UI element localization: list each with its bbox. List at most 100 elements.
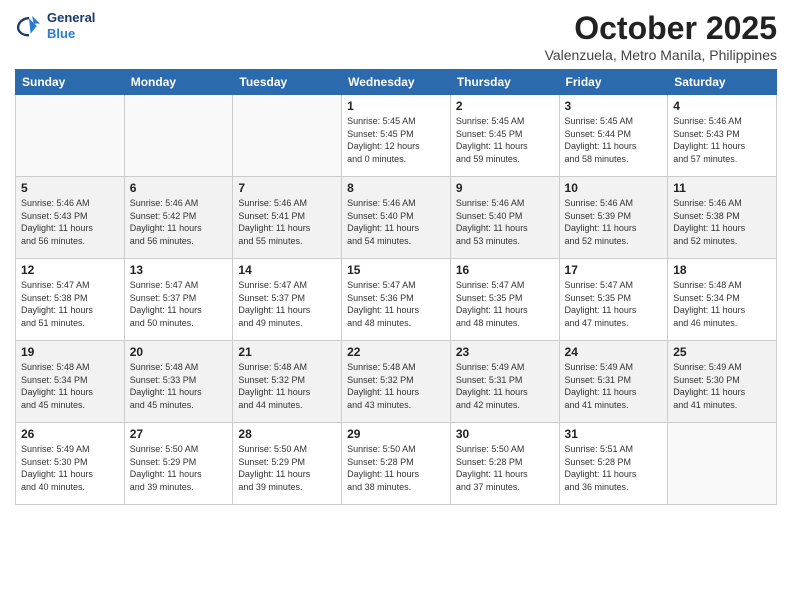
calendar-cell: 29Sunrise: 5:50 AM Sunset: 5:28 PM Dayli… — [342, 423, 451, 505]
calendar-cell: 4 Sunrise: 5:46 AM Sunset: 5:43 PM Daylig… — [668, 95, 777, 177]
day-number: 16 — [456, 263, 554, 277]
day-info: Sunrise: 5:47 AM Sunset: 5:37 PM Dayligh… — [130, 279, 228, 329]
day-number: 18 — [673, 263, 771, 277]
calendar-cell — [233, 95, 342, 177]
day-number: 19 — [21, 345, 119, 359]
calendar-cell: 15 Sunrise: 5:47 AM Sunset: 5:36 PM Dayli… — [342, 259, 451, 341]
day-number: 6 — [130, 181, 228, 195]
day-number: 15 — [347, 263, 445, 277]
day-number: 12 — [21, 263, 119, 277]
day-number: 23 — [456, 345, 554, 359]
day-info: Sunrise: 5:49 AM Sunset: 5:31 PM Dayligh… — [456, 361, 554, 411]
day-number: 14 — [238, 263, 336, 277]
calendar-cell: 30 Sunrise: 5:50 AM Sunset: 5:28 PM Dayli… — [450, 423, 559, 505]
day-number: 8 — [347, 181, 445, 195]
week-row-1: 1 Sunrise: 5:45 AM Sunset: 5:45 PM Daylig… — [16, 95, 777, 177]
day-info: Sunrise: 5:47 AM Sunset: 5:36 PM Dayligh… — [347, 279, 445, 329]
day-info: Sunrise: 5:50 AM Sunset: 5:28 PM Dayligh… — [456, 443, 554, 493]
day-info: Sunrise: 5:48 AM Sunset: 5:33 PM Dayligh… — [130, 361, 228, 411]
day-info: Sunrise: 5:47 AM Sunset: 5:38 PM Dayligh… — [21, 279, 119, 329]
week-row-3: 12 Sunrise: 5:47 AM Sunset: 5:38 PM Dayli… — [16, 259, 777, 341]
day-number: 13 — [130, 263, 228, 277]
week-row-5: 26Sunrise: 5:49 AM Sunset: 5:30 PM Dayli… — [16, 423, 777, 505]
day-number: 4 — [673, 99, 771, 113]
header-day-thursday: Thursday — [450, 70, 559, 95]
calendar-cell: 23 Sunrise: 5:49 AM Sunset: 5:31 PM Dayli… — [450, 341, 559, 423]
calendar-cell: 5 Sunrise: 5:46 AM Sunset: 5:43 PM Daylig… — [16, 177, 125, 259]
calendar-cell: 20Sunrise: 5:48 AM Sunset: 5:33 PM Dayli… — [124, 341, 233, 423]
day-number: 2 — [456, 99, 554, 113]
day-info: Sunrise: 5:48 AM Sunset: 5:32 PM Dayligh… — [238, 361, 336, 411]
calendar-cell — [668, 423, 777, 505]
day-number: 29 — [347, 427, 445, 441]
calendar-cell — [124, 95, 233, 177]
day-number: 26 — [21, 427, 119, 441]
day-number: 10 — [565, 181, 663, 195]
header-day-tuesday: Tuesday — [233, 70, 342, 95]
logo: General Blue — [15, 10, 95, 41]
calendar-cell: 22 Sunrise: 5:48 AM Sunset: 5:32 PM Dayli… — [342, 341, 451, 423]
day-info: Sunrise: 5:47 AM Sunset: 5:35 PM Dayligh… — [456, 279, 554, 329]
calendar-cell: 24Sunrise: 5:49 AM Sunset: 5:31 PM Dayli… — [559, 341, 668, 423]
day-number: 22 — [347, 345, 445, 359]
calendar-cell: 18 Sunrise: 5:48 AM Sunset: 5:34 PM Dayli… — [668, 259, 777, 341]
day-info: Sunrise: 5:46 AM Sunset: 5:43 PM Dayligh… — [21, 197, 119, 247]
day-info: Sunrise: 5:46 AM Sunset: 5:40 PM Dayligh… — [456, 197, 554, 247]
header-day-friday: Friday — [559, 70, 668, 95]
day-info: Sunrise: 5:46 AM Sunset: 5:42 PM Dayligh… — [130, 197, 228, 247]
calendar-cell: 2 Sunrise: 5:45 AM Sunset: 5:45 PM Daylig… — [450, 95, 559, 177]
calendar-cell: 21 Sunrise: 5:48 AM Sunset: 5:32 PM Dayli… — [233, 341, 342, 423]
day-number: 24 — [565, 345, 663, 359]
logo-line1: General — [47, 10, 95, 26]
day-number: 5 — [21, 181, 119, 195]
week-row-4: 19Sunrise: 5:48 AM Sunset: 5:34 PM Dayli… — [16, 341, 777, 423]
logo-icon — [15, 12, 43, 40]
calendar-cell: 13 Sunrise: 5:47 AM Sunset: 5:37 PM Dayli… — [124, 259, 233, 341]
calendar-cell: 1Sunrise: 5:45 AM Sunset: 5:45 PM Daylig… — [342, 95, 451, 177]
week-row-2: 5 Sunrise: 5:46 AM Sunset: 5:43 PM Daylig… — [16, 177, 777, 259]
day-info: Sunrise: 5:48 AM Sunset: 5:32 PM Dayligh… — [347, 361, 445, 411]
day-info: Sunrise: 5:50 AM Sunset: 5:29 PM Dayligh… — [238, 443, 336, 493]
header-day-saturday: Saturday — [668, 70, 777, 95]
header-day-monday: Monday — [124, 70, 233, 95]
logo-text: General Blue — [47, 10, 95, 41]
day-info: Sunrise: 5:46 AM Sunset: 5:38 PM Dayligh… — [673, 197, 771, 247]
calendar-cell: 3Sunrise: 5:45 AM Sunset: 5:44 PM Daylig… — [559, 95, 668, 177]
day-number: 25 — [673, 345, 771, 359]
calendar-cell: 9Sunrise: 5:46 AM Sunset: 5:40 PM Daylig… — [450, 177, 559, 259]
day-info: Sunrise: 5:49 AM Sunset: 5:30 PM Dayligh… — [673, 361, 771, 411]
day-number: 30 — [456, 427, 554, 441]
day-number: 28 — [238, 427, 336, 441]
calendar-cell: 25 Sunrise: 5:49 AM Sunset: 5:30 PM Dayli… — [668, 341, 777, 423]
day-number: 27 — [130, 427, 228, 441]
calendar-cell: 8 Sunrise: 5:46 AM Sunset: 5:40 PM Daylig… — [342, 177, 451, 259]
calendar-cell: 10Sunrise: 5:46 AM Sunset: 5:39 PM Dayli… — [559, 177, 668, 259]
calendar-cell: 16 Sunrise: 5:47 AM Sunset: 5:35 PM Dayli… — [450, 259, 559, 341]
day-info: Sunrise: 5:45 AM Sunset: 5:45 PM Dayligh… — [456, 115, 554, 165]
calendar-cell: 26Sunrise: 5:49 AM Sunset: 5:30 PM Dayli… — [16, 423, 125, 505]
calendar-table: SundayMondayTuesdayWednesdayThursdayFrid… — [15, 69, 777, 505]
day-info: Sunrise: 5:48 AM Sunset: 5:34 PM Dayligh… — [673, 279, 771, 329]
header-row: SundayMondayTuesdayWednesdayThursdayFrid… — [16, 70, 777, 95]
calendar-cell: 19Sunrise: 5:48 AM Sunset: 5:34 PM Dayli… — [16, 341, 125, 423]
header: General Blue October 2025 Valenzuela, Me… — [15, 10, 777, 63]
day-info: Sunrise: 5:46 AM Sunset: 5:40 PM Dayligh… — [347, 197, 445, 247]
day-info: Sunrise: 5:46 AM Sunset: 5:41 PM Dayligh… — [238, 197, 336, 247]
day-info: Sunrise: 5:47 AM Sunset: 5:37 PM Dayligh… — [238, 279, 336, 329]
calendar-cell: 6 Sunrise: 5:46 AM Sunset: 5:42 PM Daylig… — [124, 177, 233, 259]
calendar-cell — [16, 95, 125, 177]
day-info: Sunrise: 5:47 AM Sunset: 5:35 PM Dayligh… — [565, 279, 663, 329]
calendar-page: General Blue October 2025 Valenzuela, Me… — [0, 0, 792, 612]
day-number: 21 — [238, 345, 336, 359]
calendar-cell: 11 Sunrise: 5:46 AM Sunset: 5:38 PM Dayli… — [668, 177, 777, 259]
header-day-wednesday: Wednesday — [342, 70, 451, 95]
calendar-subtitle: Valenzuela, Metro Manila, Philippines — [545, 47, 777, 63]
logo-line2: Blue — [47, 26, 75, 41]
header-day-sunday: Sunday — [16, 70, 125, 95]
day-number: 31 — [565, 427, 663, 441]
calendar-cell: 14 Sunrise: 5:47 AM Sunset: 5:37 PM Dayli… — [233, 259, 342, 341]
calendar-title: October 2025 — [545, 10, 777, 47]
day-info: Sunrise: 5:46 AM Sunset: 5:43 PM Dayligh… — [673, 115, 771, 165]
day-number: 11 — [673, 181, 771, 195]
day-number: 1 — [347, 99, 445, 113]
